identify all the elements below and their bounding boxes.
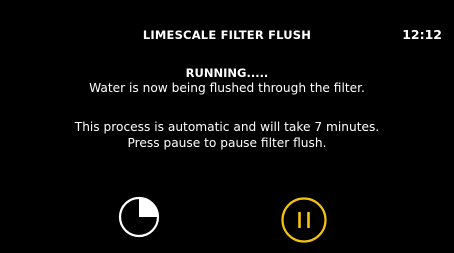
page-title: LIMESCALE FILTER FLUSH: [142, 28, 312, 42]
info-pause-hint: Press pause to pause filter flush.: [127, 136, 327, 150]
filter-flush-screen: LIMESCALE FILTER FLUSH 12:12 RUNNING....…: [0, 0, 454, 253]
timer-elapsed-wedge: [139, 198, 158, 217]
status-message: Water is now being flushed through the f…: [89, 81, 365, 95]
pause-button[interactable]: [280, 196, 328, 244]
pause-icon: [298, 212, 310, 228]
info-duration: This process is automatic and will take …: [74, 120, 380, 134]
clock: 12:12: [402, 27, 442, 42]
timer-icon: [118, 196, 160, 238]
status-label: RUNNING.....: [185, 66, 269, 80]
